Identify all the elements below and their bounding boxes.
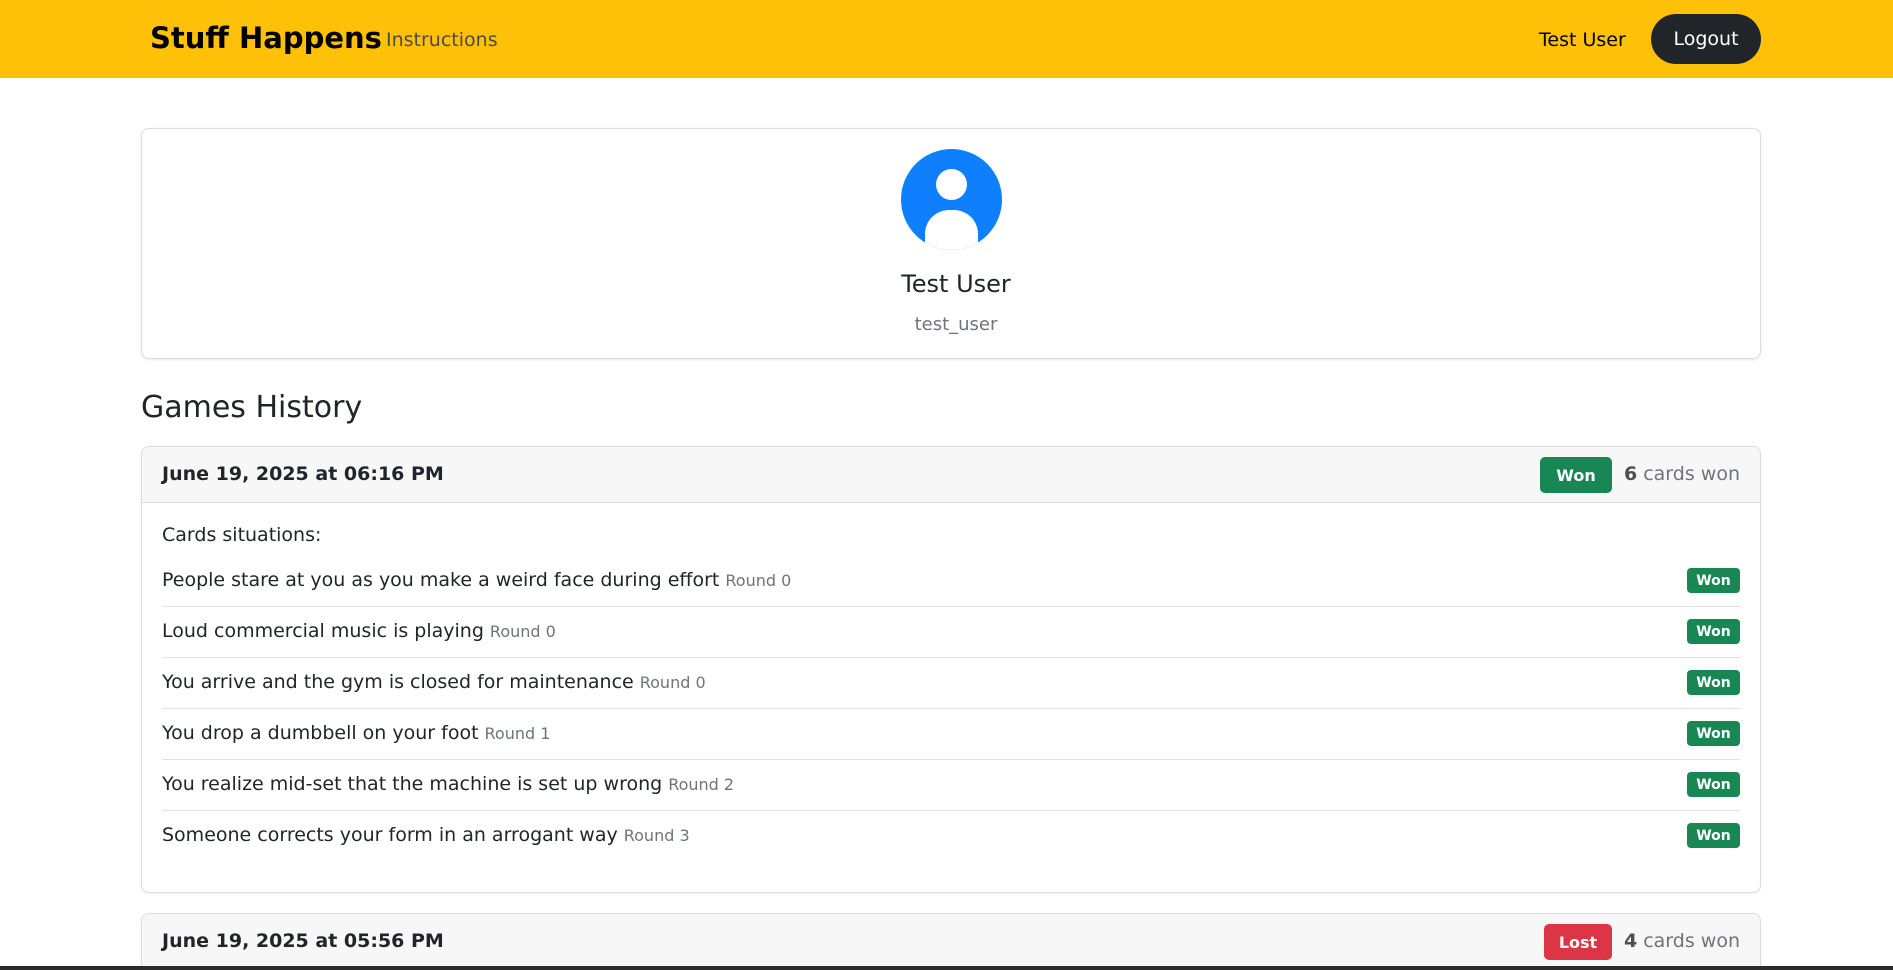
window-bottom-edge [0,966,1893,970]
profile-card: Test User test_user [141,128,1761,359]
cards-won-suffix: cards won [1643,930,1740,952]
cards-situations-label: Cards situations: [162,524,322,546]
game-result-badge: Lost [1544,924,1612,960]
card-round: Round 0 [639,673,706,692]
cards-won-summary: 6 cards won [1624,463,1740,485]
game-card: June 19, 2025 at 06:16 PM Won 6 cards wo… [141,446,1761,893]
card-situation-text: You drop a dumbbell on your foot [162,722,479,744]
card-situation-text: Loud commercial music is playing [162,620,484,642]
game-card: June 19, 2025 at 05:56 PM Lost 4 cards w… [141,913,1761,970]
cards-won-suffix: cards won [1643,463,1740,485]
card-round: Round 0 [489,622,556,641]
person-circle-icon [901,149,1002,250]
avatar-head [936,169,967,200]
card-row: Loud commercial music is playing Round 0 … [162,607,1740,658]
card-row: You arrive and the gym is closed for mai… [162,658,1740,709]
navbar: Stuff Happens Instructions Test User Log… [0,0,1893,78]
nav-user-name: Test User [1539,29,1626,51]
card-row: You realize mid-set that the machine is … [162,760,1740,811]
game-header[interactable]: June 19, 2025 at 06:16 PM Won 6 cards wo… [142,447,1760,503]
cards-won-count: 4 [1623,930,1638,952]
card-status-badge: Won [1687,823,1740,848]
logout-button[interactable]: Logout [1651,14,1761,64]
profile-username: test_user [914,314,998,335]
games-history-title: Games History [141,390,363,425]
card-row: You drop a dumbbell on your foot Round 1 … [162,709,1740,760]
card-status-badge: Won [1687,721,1740,746]
card-situation-text: People stare at you as you make a weird … [162,569,720,591]
card-situation-text: You realize mid-set that the machine is … [162,773,663,795]
card-situation-text: Someone corrects your form in an arrogan… [162,824,618,846]
card-status-badge: Won [1687,619,1740,644]
card-situation-text: You arrive and the gym is closed for mai… [162,671,634,693]
cards-won-count: 6 [1623,463,1638,485]
game-result-badge: Won [1540,457,1612,493]
card-status-badge: Won [1687,568,1740,593]
card-row: Someone corrects your form in an arrogan… [162,811,1740,862]
game-header[interactable]: June 19, 2025 at 05:56 PM Lost 4 cards w… [142,914,1760,970]
card-round: Round 3 [623,826,690,845]
card-row: People stare at you as you make a weird … [162,556,1740,607]
card-status-badge: Won [1687,670,1740,695]
card-round: Round 0 [725,571,792,590]
cards-won-summary: 4 cards won [1624,930,1740,952]
game-date: June 19, 2025 at 05:56 PM [162,930,444,952]
profile-name: Test User [901,270,1011,298]
instructions-link[interactable]: Instructions [386,28,498,52]
card-status-badge: Won [1687,772,1740,797]
brand-logo[interactable]: Stuff Happens [150,20,382,56]
avatar-body [925,210,978,250]
card-round: Round 2 [668,775,735,794]
card-round: Round 1 [484,724,551,743]
game-date: June 19, 2025 at 06:16 PM [162,463,444,485]
